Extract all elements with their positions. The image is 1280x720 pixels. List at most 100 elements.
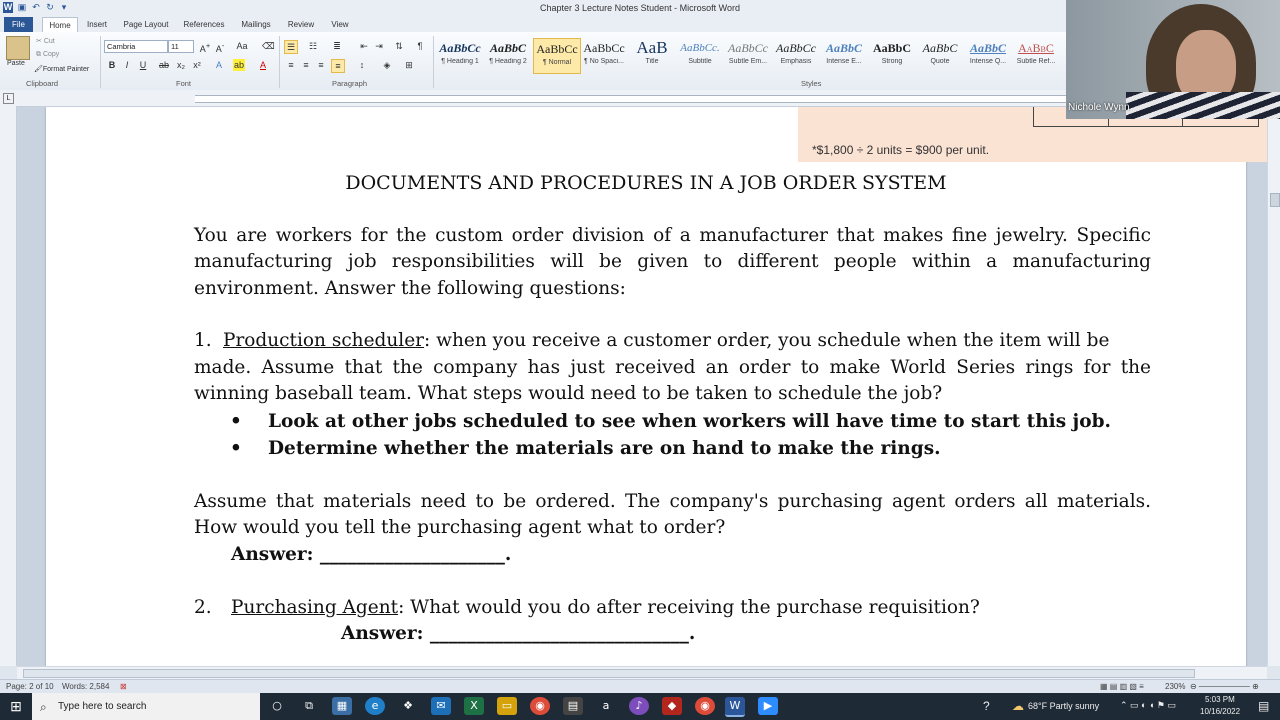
style-heading-2[interactable]: AaBbC ¶ Heading 2 (485, 38, 531, 72)
horizontal-scrollbar[interactable] (17, 666, 1267, 679)
multilevel-list-icon[interactable]: ≣ (331, 40, 343, 52)
tab-mailings[interactable]: Mailings (238, 17, 274, 32)
bold-icon[interactable]: B (106, 59, 118, 71)
superscript-icon[interactable]: x² (191, 59, 203, 71)
notifications-icon[interactable]: ▤ (1258, 699, 1269, 713)
align-left-icon[interactable]: ≡ (285, 59, 297, 71)
justify-icon[interactable]: ≡ (331, 59, 345, 73)
help-icon[interactable]: ? (983, 699, 990, 713)
style-quote[interactable]: AaBbC Quote (917, 38, 963, 72)
paste-button[interactable]: Paste (7, 60, 25, 67)
style-name: Quote (930, 58, 950, 65)
align-center-icon[interactable]: ≡ (300, 59, 312, 71)
ruler-scale (195, 95, 1070, 103)
style-heading-1[interactable]: AaBbCc ¶ Heading 1 (437, 38, 483, 72)
chrome-icon[interactable]: ◉ (530, 697, 550, 715)
tab-insert[interactable]: Insert (86, 17, 108, 32)
copy-button[interactable]: ⧉ Copy (36, 51, 59, 59)
word-taskbar-icon[interactable]: W (725, 697, 745, 717)
font-color-icon[interactable]: A (257, 59, 269, 71)
answer-bullet-1: Look at other jobs scheduled to see when… (268, 411, 1111, 432)
clear-formatting-icon[interactable]: ⌫ (262, 40, 275, 52)
tab-file[interactable]: File (4, 17, 33, 32)
borders-icon[interactable]: ⊞ (403, 59, 415, 71)
increase-indent-icon[interactable]: ⇥ (373, 40, 385, 52)
numbering-icon[interactable]: ☷ (307, 40, 319, 52)
style-subtitle[interactable]: AaBbCc. Subtitle (677, 38, 723, 72)
tab-view[interactable]: View (328, 17, 352, 32)
sort-icon[interactable]: ⇅ (393, 40, 405, 52)
music-icon[interactable]: ♪ (629, 697, 649, 715)
horizontal-scroll-thumb[interactable] (23, 669, 1195, 678)
cut-button[interactable]: ✂ Cut (36, 37, 55, 45)
tab-review[interactable]: Review (286, 17, 316, 32)
tab-selector-icon[interactable]: L (3, 93, 14, 104)
page-count[interactable]: Page: 2 of 10 (6, 682, 54, 691)
bullets-icon[interactable]: ☰ (284, 40, 298, 54)
mail-icon[interactable]: ✉ (431, 697, 451, 715)
style-emphasis[interactable]: AaBbCc Emphasis (773, 38, 819, 72)
font-name-box[interactable]: Cambria (104, 40, 168, 53)
shrink-font-icon[interactable]: A- (214, 40, 226, 54)
style-strong[interactable]: AaBbC Strong (869, 38, 915, 72)
style-normal[interactable]: AaBbCc ¶ Normal (533, 38, 581, 74)
tab-references[interactable]: References (182, 17, 226, 32)
document-area[interactable]: *$1,800 ÷ 2 units = $900 per unit. DOCUM… (17, 107, 1267, 666)
vertical-scrollbar[interactable] (1267, 106, 1280, 666)
vertical-scroll-thumb[interactable] (1270, 193, 1280, 207)
strikethrough-icon[interactable]: ab (158, 59, 170, 71)
windows-start-icon[interactable]: ⊞ (0, 693, 32, 720)
zoom-app-icon[interactable]: ▶ (758, 697, 778, 715)
align-right-icon[interactable]: ≡ (315, 59, 327, 71)
tab-home[interactable]: Home (42, 17, 78, 32)
highlight-icon[interactable]: ab (233, 59, 245, 71)
style-no-spacing[interactable]: AaBbCc ¶ No Spaci... (581, 38, 627, 72)
style-intense-quote[interactable]: AaBbC Intense Q... (965, 38, 1011, 72)
paste-icon[interactable] (6, 36, 30, 60)
dropbox-icon[interactable]: ❖ (398, 697, 418, 715)
style-intense-emphasis[interactable]: AaBbC Intense E... (821, 38, 867, 72)
word-count[interactable]: Words: 2,584 (62, 682, 109, 691)
font-group-label: Font (176, 79, 192, 88)
app-red-icon[interactable]: ◆ (662, 697, 682, 715)
proofing-icon[interactable]: ⊠ (120, 682, 127, 691)
italic-icon[interactable]: I (121, 59, 133, 71)
chrome-second-icon[interactable]: ◉ (695, 697, 715, 715)
font-size-box[interactable]: 11 (168, 40, 194, 53)
edge-icon[interactable]: e (365, 697, 385, 715)
clock-date[interactable]: 10/16/2022 (1200, 707, 1240, 716)
document-page[interactable]: *$1,800 ÷ 2 units = $900 per unit. DOCUM… (46, 107, 1267, 666)
weather-text[interactable]: 68°F Partly sunny (1028, 701, 1099, 711)
style-subtle-emphasis[interactable]: AaBbCc Subtle Em... (725, 38, 771, 72)
tab-page-layout[interactable]: Page Layout (122, 17, 170, 32)
amazon-icon[interactable]: a (596, 697, 616, 715)
excel-icon[interactable]: X (464, 697, 484, 715)
text-effects-icon[interactable]: A (213, 59, 225, 71)
calculator-icon[interactable]: ▦ (332, 697, 352, 715)
grow-font-icon[interactable]: A+ (199, 40, 211, 54)
zoom-slider[interactable]: ⊖ ───────── ⊕ (1190, 682, 1259, 691)
cortana-icon[interactable]: ○ (267, 697, 287, 715)
format-painter-button[interactable]: 🖌Format Painter (34, 65, 89, 73)
store-icon[interactable]: ▤ (563, 697, 583, 715)
decrease-indent-icon[interactable]: ⇤ (358, 40, 370, 52)
underline-icon[interactable]: U (137, 59, 149, 71)
line-spacing-icon[interactable]: ↕ (356, 59, 368, 71)
show-formatting-icon[interactable]: ¶ (414, 40, 426, 52)
subscript-icon[interactable]: x₂ (175, 59, 187, 71)
change-case-icon[interactable]: Aa (236, 40, 248, 52)
per-unit-footnote: *$1,800 ÷ 2 units = $900 per unit. (812, 143, 990, 157)
zoom-level[interactable]: 230% (1165, 682, 1185, 691)
tray-icons[interactable]: ⌃ ▭ ◐ ◖ ⚑ ▭ (1120, 700, 1176, 711)
view-buttons[interactable]: ▦ ▤ ▥ ▧ ≡ (1100, 682, 1144, 691)
clock-time[interactable]: 5:03 PM (1205, 695, 1235, 704)
taskbar-search[interactable]: ⌕ Type here to search (32, 693, 260, 720)
file-explorer-icon[interactable]: ▭ (497, 697, 517, 715)
style-sample: AaBbC (825, 41, 862, 55)
style-title[interactable]: AaB Title (629, 38, 675, 72)
task-view-icon[interactable]: ⧉ (299, 697, 319, 715)
style-subtle-reference[interactable]: AaBbC Subtle Ref... (1013, 38, 1059, 72)
answer-bullet-2: Determine whether the materials are on h… (268, 438, 941, 459)
style-sample: AaBbCc (536, 42, 578, 56)
shading-icon[interactable]: ◈ (381, 59, 393, 71)
